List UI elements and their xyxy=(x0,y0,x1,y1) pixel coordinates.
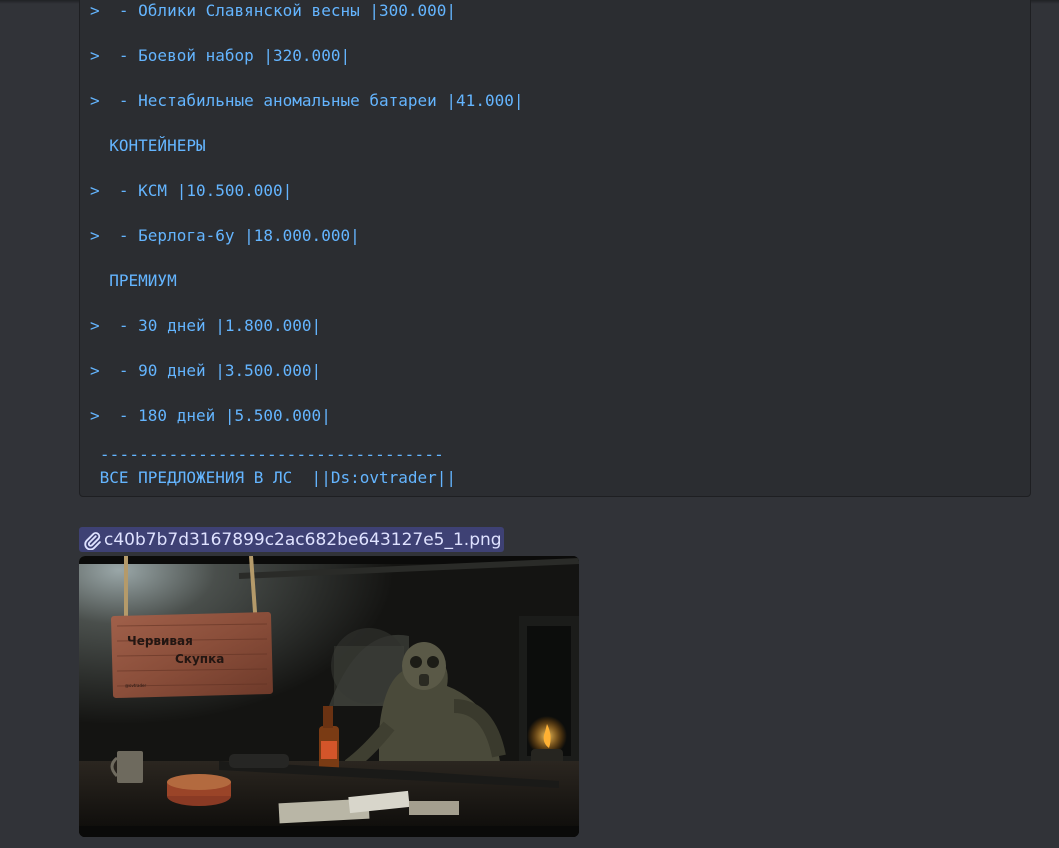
code-line-9: > - 90 дней |3.500.000| xyxy=(90,361,322,380)
code-line-5: > - КСМ |10.500.000| xyxy=(90,181,293,200)
code-block: > - Облики Славянской весны |300.000| > … xyxy=(79,0,1031,497)
attachment-filename: c40b7b7d3167899c2ac682be643127e5_1.png xyxy=(104,529,502,550)
code-line-6: > - Берлога-6у |18.000.000| xyxy=(90,226,360,245)
sign-text-small: @ovtrader xyxy=(125,683,146,688)
attachment-link[interactable]: c40b7b7d3167899c2ac682be643127e5_1.png xyxy=(79,527,504,552)
code-line-1: > - Облики Славянской весны |300.000| xyxy=(90,1,457,20)
code-heading-containers: КОНТЕЙНЕРЫ xyxy=(90,136,206,155)
code-line-2: > - Боевой набор |320.000| xyxy=(90,46,351,65)
attachment-image[interactable]: Червивая Скупка @ovtrader xyxy=(79,556,579,837)
code-heading-premium: ПРЕМИУМ xyxy=(90,271,177,290)
code-divider: ----------------------------------- xyxy=(90,445,444,464)
code-footer: ВСЕ ПРЕДЛОЖЕНИЯ В ЛС ||Ds:ovtrader|| xyxy=(90,468,457,487)
code-line-10: > - 180 дней |5.500.000| xyxy=(90,406,331,425)
paperclip-icon xyxy=(84,531,101,550)
sign-text-line2: Скупка xyxy=(175,652,224,666)
code-line-8: > - 30 дней |1.800.000| xyxy=(90,316,322,335)
code-line-3: > - Нестабильные аномальные батареи |41.… xyxy=(90,91,524,110)
sign-text-line1: Червивая xyxy=(127,634,193,648)
